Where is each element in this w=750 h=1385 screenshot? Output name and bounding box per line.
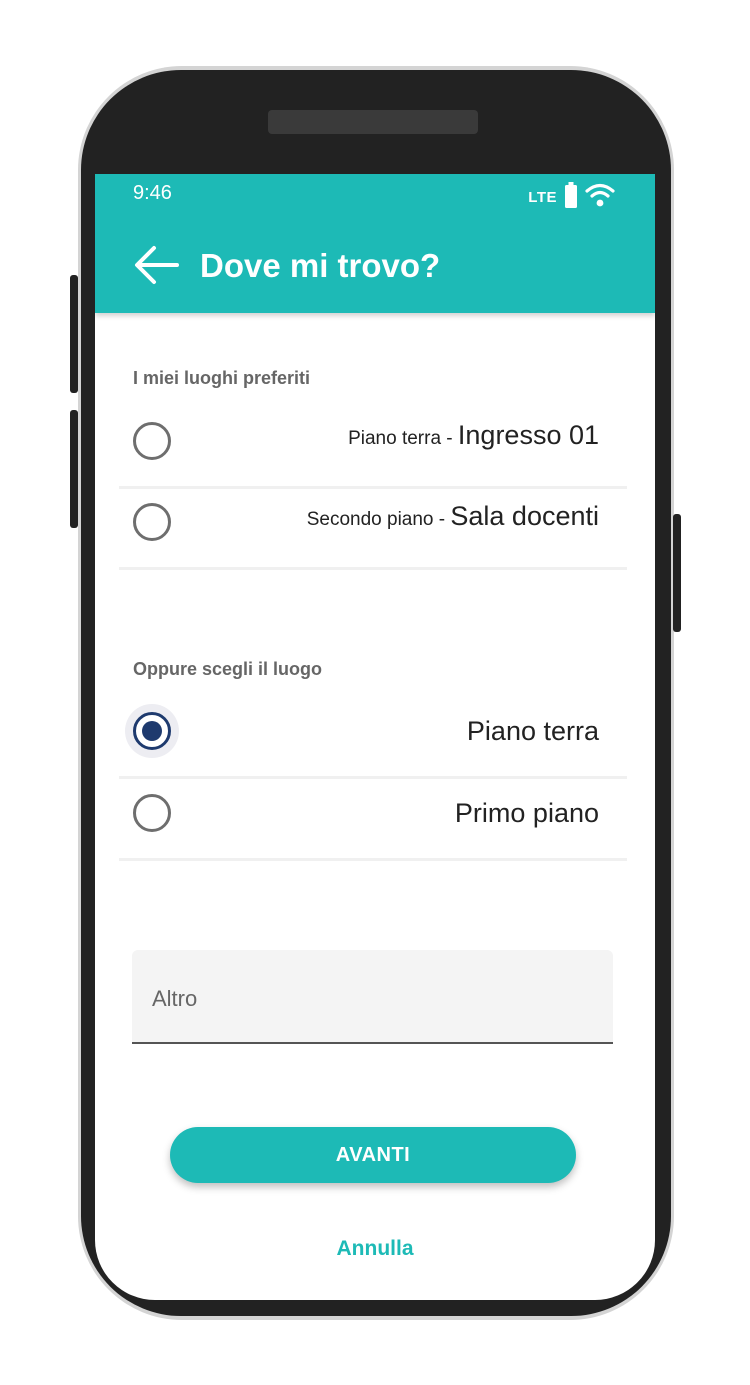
radio-button[interactable] [133, 422, 171, 460]
places-section-label: Oppure scegli il luogo [133, 659, 323, 679]
next-button[interactable]: AVANTI [170, 1127, 576, 1183]
arrow-back-icon[interactable] [133, 244, 181, 286]
other-place-field[interactable] [132, 950, 613, 1044]
page-title: Dove mi trovo? [200, 247, 441, 284]
place-option-label: Primo piano [455, 798, 599, 829]
app-screen: 9:46 LTE Dove mi trovo? I miei luoghi pr… [95, 174, 655, 1300]
favorite-option-sala-docenti[interactable]: Secondo piano - Sala docenti [119, 487, 627, 570]
option-place: Ingresso 01 [457, 420, 599, 450]
option-place: Sala docenti [450, 501, 599, 531]
status-time: 9:46 [133, 182, 172, 204]
favorite-option-label: Piano terra - Ingresso 01 [348, 420, 599, 451]
volume-up-button [70, 275, 78, 393]
other-place-input[interactable] [150, 978, 594, 1020]
volume-down-button [70, 410, 78, 528]
place-option-primo-piano[interactable]: Primo piano [119, 778, 627, 861]
option-floor: Piano terra - [348, 428, 458, 449]
place-option-label: Piano terra [467, 716, 599, 747]
favorites-section-label: I miei luoghi preferiti [133, 368, 311, 388]
option-floor: Secondo piano - [306, 509, 451, 530]
radio-button[interactable] [133, 794, 171, 832]
power-button [673, 514, 681, 632]
radio-button-selected[interactable] [133, 712, 171, 750]
phone-speaker [268, 110, 478, 134]
battery-icon [565, 182, 577, 213]
favorite-option-label: Secondo piano - Sala docenti [307, 501, 599, 532]
status-icons: LTE [528, 182, 615, 213]
cancel-button[interactable]: Annulla [95, 1237, 655, 1261]
place-option-piano-terra[interactable]: Piano terra [119, 696, 627, 779]
option-place: Piano terra [466, 716, 599, 746]
wifi-icon [585, 182, 615, 213]
network-type: LTE [528, 189, 557, 206]
radio-button[interactable] [133, 503, 171, 541]
favorite-option-ingresso-01[interactable]: Piano terra - Ingresso 01 [119, 406, 627, 489]
app-bar: 9:46 LTE Dove mi trovo? [95, 174, 655, 313]
option-place: Primo piano [454, 798, 599, 828]
